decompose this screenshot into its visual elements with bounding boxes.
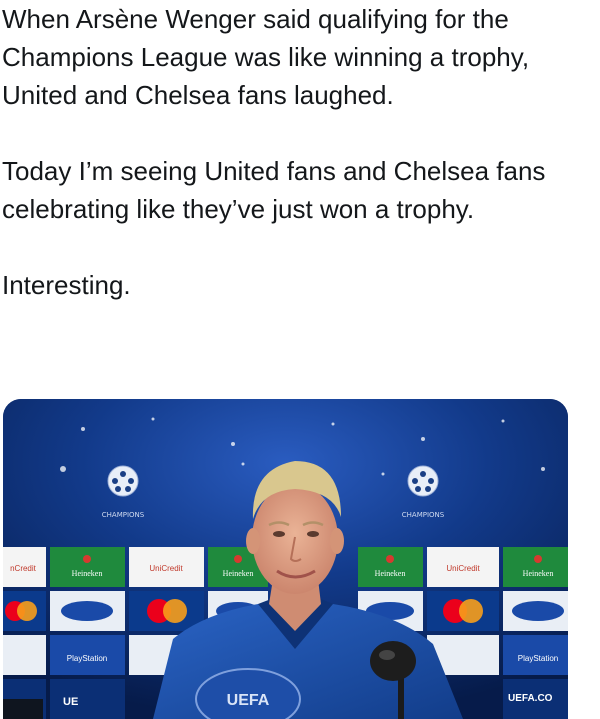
ford-logo [512,601,564,621]
press-conference-photo: CHAMPIONS CHAMPIONS nCredit Heineken Uni… [3,399,568,719]
sponsor-label: nCredit [10,564,37,573]
tweet-photo[interactable]: CHAMPIONS CHAMPIONS nCredit Heineken Uni… [3,399,568,719]
person-ear [330,528,344,554]
uefa-podium-logo: UEFA [195,668,301,719]
sponsor-label: Heineken [72,569,103,578]
sponsor-label: Heineken [375,569,406,578]
tweet-paragraph-1: When Arsène Wenger said qualifying for t… [2,4,530,110]
svg-text:CHAMPIONS: CHAMPIONS [102,511,145,519]
svg-text:CHAMPIONS: CHAMPIONS [402,511,445,519]
person-eye [307,531,319,537]
sponsor-label: PlayStation [518,654,558,663]
tweet-paragraph-2: Today I’m seeing United fans and Chelsea… [2,156,546,224]
mastercard-logo [443,599,483,623]
sponsor-label: Heineken [223,569,254,578]
mastercard-logo [5,601,37,621]
foreground-object [3,699,43,719]
sponsor-label: Heineken [523,569,554,578]
sponsor-label: UE [63,696,78,708]
sponsor-label: UniCredit [149,564,183,573]
mastercard-logo [147,599,187,623]
tweet-text: When Arsène Wenger said qualifying for t… [2,0,592,304]
sponsor-label: UniCredit [446,564,480,573]
sponsor-label: UEFA.CO [508,693,553,704]
person-ear [246,528,260,554]
tweet-paragraph-3: Interesting. [2,270,131,300]
sponsor-label: PlayStation [67,654,107,663]
person-eye [273,531,285,537]
svg-text:UEFA: UEFA [227,692,270,709]
ford-logo [61,601,113,621]
